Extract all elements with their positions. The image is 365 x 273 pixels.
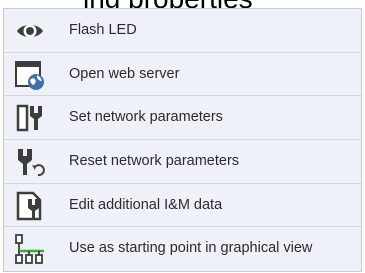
menu-item-use-as-starting-point[interactable]: Use as starting point in graphical view	[4, 227, 361, 271]
reset-network-icon	[14, 146, 46, 178]
menu-item-label: Flash LED	[69, 22, 137, 38]
menu-item-label: Set network parameters	[69, 109, 223, 126]
menu-item-label: Reset network parameters	[69, 152, 240, 169]
menu-item-label: Edit additional I&M data	[69, 196, 223, 213]
eye-icon	[14, 15, 46, 47]
menu-item-flash-led[interactable]: Flash LED	[4, 9, 361, 53]
menu-item-label: Open web server	[69, 65, 180, 82]
context-menu: Flash LED Open web server Set network pa…	[3, 8, 362, 272]
network-parameters-icon	[14, 102, 46, 134]
web-browser-globe-icon	[14, 59, 46, 91]
menu-item-label: Use as starting point in graphical view	[69, 240, 313, 257]
network-topology-icon	[14, 233, 46, 265]
menu-item-edit-additional-im-data[interactable]: Edit additional I&M data	[4, 184, 361, 228]
menu-item-reset-network-parameters[interactable]: Reset network parameters	[4, 140, 361, 184]
menu-item-open-web-server[interactable]: Open web server	[4, 53, 361, 97]
edit-document-icon	[14, 190, 46, 222]
menu-item-set-network-parameters[interactable]: Set network parameters	[4, 96, 361, 140]
